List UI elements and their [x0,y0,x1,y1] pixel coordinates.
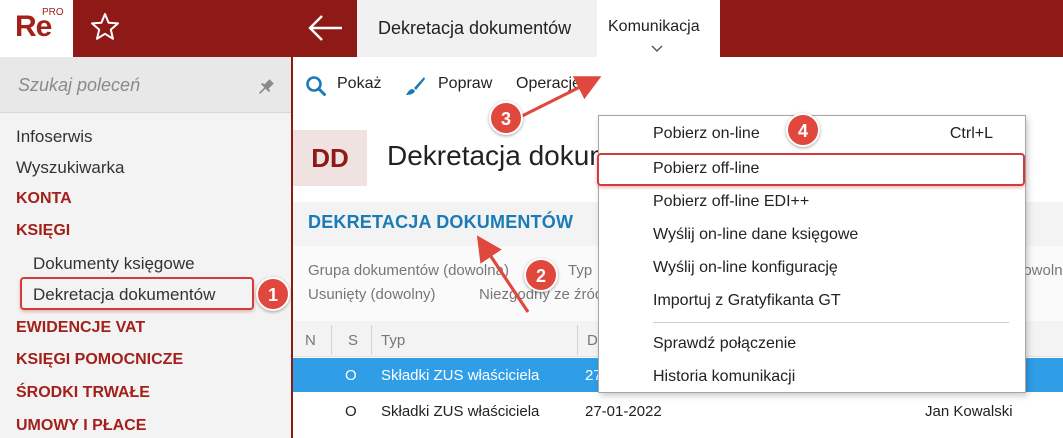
sidebar-section-ksiegi[interactable]: KSIĘGI [16,222,70,240]
column-typ[interactable]: Typ [381,332,405,349]
back-arrow-icon[interactable] [302,8,348,48]
column-n[interactable]: N [305,332,316,349]
cell-s: O [345,403,357,420]
sidebar: Infoserwis Wyszukiwarka KONTA KSIĘGI Dok… [0,57,293,438]
app-logo[interactable]: Re PRO [0,0,73,57]
menu-item-label: Pobierz on-line [653,125,760,142]
command-search-input[interactable] [18,75,238,96]
cell-person: Jan Kowalski [925,403,1013,420]
sidebar-section-konta[interactable]: KONTA [16,190,72,208]
menu-item-label: Wyślij on-line konfigurację [653,259,838,276]
menu-item-label: Sprawdź połączenie [653,335,797,352]
module-badge: DD [293,130,367,186]
show-button[interactable]: Pokaż [337,75,381,93]
communication-dropdown: Pobierz on-line Ctrl+L Pobierz off-line … [597,115,1026,394]
section-title: DEKRETACJA DOKUMENTÓW [308,212,574,232]
toolbar: Pokaż Popraw Operacje [293,57,1063,114]
column-s[interactable]: S [348,332,358,349]
menu-item-label: Importuj z Gratyfikanta GT [653,292,841,309]
command-search [0,57,291,113]
communication-menu[interactable]: Komunikacja [597,0,720,57]
operations-menu[interactable]: Operacje [516,75,581,93]
filter-group[interactable]: Grupa dokumentów (dowolna) [308,262,509,279]
menu-item-importuj-gratyfikant[interactable]: Importuj z Gratyfikanta GT [599,285,1025,318]
cell-typ: Składki ZUS właściciela [381,367,540,384]
sidebar-section-srodki-trwale[interactable]: ŚRODKI TRWAŁE [16,384,150,402]
favorites-star-icon[interactable] [88,10,122,44]
tab-dekretacja-dokumentow[interactable]: Dekretacja dokumentów [357,0,631,57]
filter-deleted[interactable]: Usunięty (dowolny) [308,286,436,303]
edit-button[interactable]: Popraw [438,75,492,93]
sidebar-item-dekretacja-dokumentow[interactable]: Dekretacja dokumentów [33,285,215,305]
cell-s: O [345,367,357,384]
menu-item-sprawdz-polaczenie[interactable]: Sprawdź połączenie [599,328,1025,361]
menu-item-label: Pobierz off-line [653,160,760,177]
search-icon [306,76,326,96]
annotation-badge-4: 4 [786,113,820,147]
menu-item-pobierz-off-line[interactable]: Pobierz off-line [599,153,1025,186]
menu-item-wyslij-konfiguracje[interactable]: Wyślij on-line konfigurację [599,252,1025,285]
communication-menu-label: Komunikacja [608,18,700,35]
menu-item-label: Pobierz off-line EDI++ [653,193,810,210]
annotation-badge-1: 1 [256,277,290,311]
table-row[interactable]: O Składki ZUS właściciela 27-01-2022 Jan… [293,394,1063,428]
menu-item-label: Wyślij on-line dane księgowe [653,226,859,243]
logo-pro-badge: PRO [42,7,64,18]
sidebar-item-infoserwis[interactable]: Infoserwis [16,127,93,147]
menu-item-shortcut: Ctrl+L [949,125,993,142]
column-date[interactable]: D [587,332,598,349]
menu-item-label: Historia komunikacji [653,368,796,385]
sidebar-section-umowy-i-place[interactable]: UMOWY I PŁACE [16,417,146,435]
annotation-badge-3: 3 [489,101,523,135]
chevron-down-icon [651,45,663,52]
sidebar-item-dokumenty-ksiegowe[interactable]: Dokumenty księgowe [33,254,195,274]
menu-item-pobierz-off-line-edi[interactable]: Pobierz off-line EDI++ [599,186,1025,219]
top-bar: Re PRO Dekretacja dokumentów [0,0,1063,57]
filter-type[interactable]: Typ [568,262,592,279]
menu-separator [653,322,1009,323]
pin-icon[interactable] [256,77,276,97]
brush-icon [406,77,425,95]
sidebar-item-wyszukiwarka[interactable]: Wyszukiwarka [16,158,124,178]
cell-date: 27-01-2022 [585,403,662,420]
cell-typ: Składki ZUS właściciela [381,403,540,420]
menu-item-wyslij-dane-ksiegowe[interactable]: Wyślij on-line dane księgowe [599,219,1025,252]
annotation-badge-2: 2 [524,258,558,292]
sidebar-section-ewidencje-vat[interactable]: EWIDENCJE VAT [16,319,145,337]
menu-item-historia-komunikacji[interactable]: Historia komunikacji [599,361,1025,394]
sidebar-section-ksiegi-pomocnicze[interactable]: KSIĘGI POMOCNICZE [16,351,183,369]
